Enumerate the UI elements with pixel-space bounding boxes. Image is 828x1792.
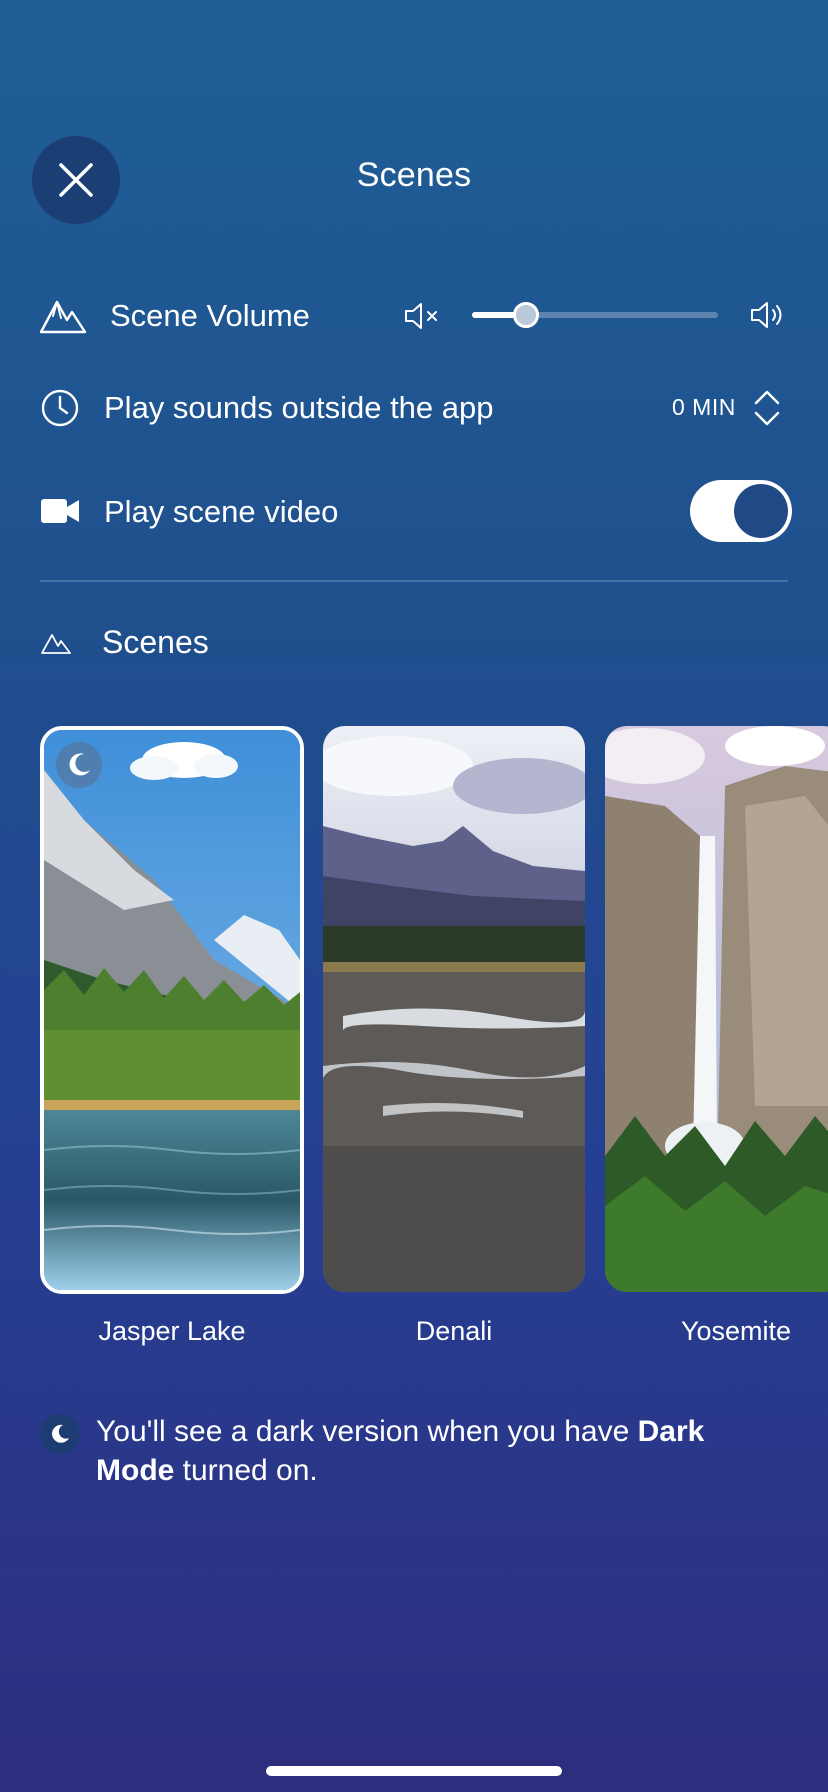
volume-slider[interactable] (472, 302, 718, 328)
divider (40, 580, 788, 582)
jasper-lake-image (44, 730, 300, 1290)
home-indicator[interactable] (266, 1766, 562, 1776)
moon-icon (69, 753, 90, 776)
play-video-label: Play scene video (104, 494, 339, 529)
volume-slider-thumb[interactable] (513, 302, 540, 328)
scene-card-denali[interactable] (323, 726, 585, 1292)
scenes-heading: Scenes (102, 624, 209, 660)
toggle-knob (734, 484, 788, 538)
scene-card-yosemite[interactable] (605, 726, 828, 1292)
scene-name-denali: Denali (415, 1316, 493, 1346)
clock-icon (38, 386, 82, 430)
note-text-1: You'll see a dark version when you have (96, 1415, 638, 1448)
timer-value[interactable]: 0 MIN (672, 394, 736, 421)
page-title: Scenes (356, 156, 472, 194)
note-text-2: turned on. (174, 1454, 318, 1487)
mountain-icon (40, 630, 72, 656)
chevron-up-down-icon[interactable] (752, 386, 782, 430)
scene-volume-label: Scene Volume (110, 298, 310, 333)
scene-name-yosemite: Yosemite (680, 1316, 792, 1346)
mountain-icon (38, 296, 88, 336)
speaker-mute-icon[interactable] (402, 300, 442, 332)
denali-image (323, 726, 585, 1292)
yosemite-image (605, 726, 828, 1292)
moon-icon (40, 1414, 80, 1454)
dark-mode-note: You'll see a dark version when you have … (96, 1412, 786, 1490)
speaker-loud-icon[interactable] (748, 298, 788, 332)
scene-name-jasper-lake: Jasper Lake (98, 1316, 246, 1346)
dark-mode-badge (56, 742, 102, 788)
scene-card-jasper-lake[interactable] (40, 726, 304, 1294)
video-camera-icon (40, 496, 80, 526)
play-video-toggle[interactable] (690, 480, 792, 542)
play-outside-label: Play sounds outside the app (104, 390, 494, 425)
